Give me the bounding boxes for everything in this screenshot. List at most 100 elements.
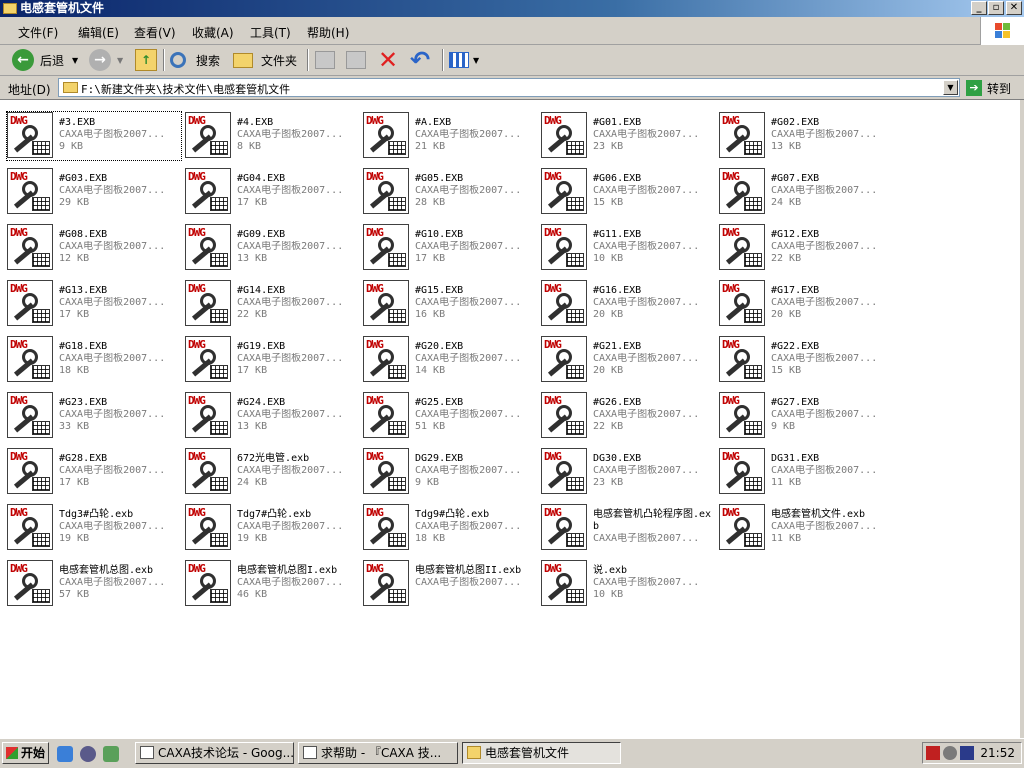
file-item[interactable]: DWG #G19.EXB CAXA电子图板2007... 17 KB xyxy=(184,335,360,385)
grid-icon xyxy=(744,421,762,435)
file-item[interactable]: DWG 电感套管机总图II.exb CAXA电子图板2007... xyxy=(362,559,538,609)
grid-icon xyxy=(744,197,762,211)
file-item[interactable]: DWG #G16.EXB CAXA电子图板2007... 20 KB xyxy=(540,279,716,329)
file-item[interactable]: DWG #G11.EXB CAXA电子图板2007... 10 KB xyxy=(540,223,716,273)
task-explorer-folder[interactable]: 电感套管机文件 xyxy=(462,742,621,764)
up-folder-button[interactable]: ↑ xyxy=(135,48,157,72)
file-text: 电感套管机总图.exb CAXA电子图板2007... 57 KB xyxy=(59,565,181,601)
file-item[interactable]: DWG #4.EXB CAXA电子图板2007... 8 KB xyxy=(184,111,360,161)
file-item[interactable]: DWG #G20.EXB CAXA电子图板2007... 14 KB xyxy=(362,335,538,385)
media-player-icon[interactable] xyxy=(80,746,96,762)
address-dropdown-icon[interactable]: ▼ xyxy=(943,80,958,95)
file-item[interactable]: DWG #G13.EXB CAXA电子图板2007... 17 KB xyxy=(6,279,182,329)
file-item[interactable]: DWG DG30.EXB CAXA电子图板2007... 23 KB xyxy=(540,447,716,497)
start-button[interactable]: 开始 xyxy=(2,742,49,764)
file-name: DG29.EXB xyxy=(415,453,464,464)
file-size: 10 KB xyxy=(593,589,624,600)
file-item[interactable]: DWG #G23.EXB CAXA电子图板2007... 33 KB xyxy=(6,391,182,441)
tray-app-icon[interactable] xyxy=(960,746,974,760)
dwg-logo-text-icon: DWG xyxy=(188,170,206,183)
file-item[interactable]: DWG #G10.EXB CAXA电子图板2007... 17 KB xyxy=(362,223,538,273)
task-help-request[interactable]: 求帮助 - 『CAXA 技... xyxy=(298,742,458,764)
task-caxa-forum[interactable]: CAXA技术论坛 - Goog... xyxy=(135,742,294,764)
file-item[interactable]: DWG #G18.EXB CAXA电子图板2007... 18 KB xyxy=(6,335,182,385)
back-button[interactable]: ← 后退 ▼ xyxy=(12,48,78,72)
menu-help[interactable]: 帮助(H) xyxy=(307,24,349,41)
file-item[interactable]: DWG #G02.EXB CAXA电子图板2007... 13 KB xyxy=(718,111,894,161)
ie-icon[interactable] xyxy=(57,746,73,762)
file-item[interactable]: DWG Tdg7#凸轮.exb CAXA电子图板2007... 19 KB xyxy=(184,503,360,553)
file-item[interactable]: DWG #G17.EXB CAXA电子图板2007... 20 KB xyxy=(718,279,894,329)
go-button[interactable]: ➔ 转到 xyxy=(966,79,1011,97)
exb-file-icon: DWG xyxy=(7,224,53,270)
grid-icon xyxy=(566,477,584,491)
folders-icon xyxy=(233,52,253,68)
menu-file[interactable]: 文件(F) xyxy=(18,24,58,41)
file-item[interactable]: DWG #G03.EXB CAXA电子图板2007... 29 KB xyxy=(6,167,182,217)
file-size: 12 KB xyxy=(59,253,90,264)
address-input[interactable]: F:\新建文件夹\技术文件\电感套管机文件 ▼ xyxy=(58,78,960,97)
menu-favorites[interactable]: 收藏(A) xyxy=(192,24,234,41)
file-item[interactable]: DWG #G28.EXB CAXA电子图板2007... 17 KB xyxy=(6,447,182,497)
views-button[interactable]: ▼ xyxy=(449,48,479,72)
file-list-view[interactable]: DWG #3.EXB CAXA电子图板2007... 9 KB DWG #4.EXB CAX… xyxy=(0,100,1024,738)
file-item[interactable]: DWG #G05.EXB CAXA电子图板2007... 28 KB xyxy=(362,167,538,217)
file-item[interactable]: DWG #G01.EXB CAXA电子图板2007... 23 KB xyxy=(540,111,716,161)
file-item[interactable]: DWG Tdg9#凸轮.exb CAXA电子图板2007... 18 KB xyxy=(362,503,538,553)
file-item[interactable]: DWG #G06.EXB CAXA电子图板2007... 15 KB xyxy=(540,167,716,217)
back-dropdown-icon[interactable]: ▼ xyxy=(72,56,78,65)
file-item[interactable]: DWG 电感套管机总图I.exb CAXA电子图板2007... 46 KB xyxy=(184,559,360,609)
file-item[interactable]: DWG #G09.EXB CAXA电子图板2007... 13 KB xyxy=(184,223,360,273)
move-to-button[interactable] xyxy=(315,48,335,72)
search-button[interactable]: 搜索 xyxy=(170,48,220,72)
messenger-icon[interactable] xyxy=(103,746,119,762)
exb-file-icon: DWG xyxy=(719,280,765,326)
close-button[interactable]: ✕ xyxy=(1006,1,1022,15)
dwg-logo-text-icon: DWG xyxy=(366,114,384,127)
file-item[interactable]: DWG DG29.EXB CAXA电子图板2007... 9 KB xyxy=(362,447,538,497)
file-type: CAXA电子图板2007... xyxy=(593,577,700,588)
file-item[interactable]: DWG 电感套管机总图.exb CAXA电子图板2007... 57 KB xyxy=(6,559,182,609)
dwg-logo-text-icon: DWG xyxy=(366,338,384,351)
folders-button[interactable]: 文件夹 xyxy=(233,48,297,72)
minimize-button[interactable]: _ xyxy=(971,1,987,15)
file-item[interactable]: DWG #G12.EXB CAXA电子图板2007... 22 KB xyxy=(718,223,894,273)
delete-button[interactable]: ✕ xyxy=(378,48,398,72)
forward-dropdown-icon[interactable]: ▼ xyxy=(117,56,123,65)
file-item[interactable]: DWG #G15.EXB CAXA电子图板2007... 16 KB xyxy=(362,279,538,329)
file-item[interactable]: DWG DG31.EXB CAXA电子图板2007... 11 KB xyxy=(718,447,894,497)
file-item[interactable]: DWG #A.EXB CAXA电子图板2007... 21 KB xyxy=(362,111,538,161)
file-item[interactable]: DWG #G07.EXB CAXA电子图板2007... 24 KB xyxy=(718,167,894,217)
forward-button[interactable]: → ▼ xyxy=(89,48,123,72)
file-size: 15 KB xyxy=(593,197,624,208)
file-item[interactable]: DWG 说.exb CAXA电子图板2007... 10 KB xyxy=(540,559,716,609)
maximize-button[interactable]: ▫ xyxy=(988,1,1004,15)
file-item[interactable]: DWG #G22.EXB CAXA电子图板2007... 15 KB xyxy=(718,335,894,385)
file-item[interactable]: DWG #G08.EXB CAXA电子图板2007... 12 KB xyxy=(6,223,182,273)
file-item[interactable]: DWG #G04.EXB CAXA电子图板2007... 17 KB xyxy=(184,167,360,217)
file-item[interactable]: DWG Tdg3#凸轮.exb CAXA电子图板2007... 19 KB xyxy=(6,503,182,553)
file-item[interactable]: DWG #G26.EXB CAXA电子图板2007... 22 KB xyxy=(540,391,716,441)
file-item[interactable]: DWG #G25.EXB CAXA电子图板2007... 51 KB xyxy=(362,391,538,441)
file-item[interactable]: DWG #G24.EXB CAXA电子图板2007... 13 KB xyxy=(184,391,360,441)
file-name: #G15.EXB xyxy=(415,285,464,296)
file-type: CAXA电子图板2007... xyxy=(59,353,166,364)
copy-to-button[interactable] xyxy=(346,48,366,72)
undo-button[interactable]: ↶ xyxy=(410,48,430,72)
tray-app-icon[interactable] xyxy=(943,746,957,760)
file-name: #G10.EXB xyxy=(415,229,464,240)
file-item[interactable]: DWG 电感套管机文件.exb CAXA电子图板2007... 11 KB xyxy=(718,503,894,553)
clock: 21:52 xyxy=(980,746,1015,760)
toolbar-separator xyxy=(442,49,444,71)
kaspersky-icon[interactable] xyxy=(926,746,940,760)
file-item[interactable]: DWG 电感套管机凸轮程序图.exb CAXA电子图板2007... xyxy=(540,503,716,553)
file-item[interactable]: DWG #3.EXB CAXA电子图板2007... 9 KB xyxy=(6,111,182,161)
file-item[interactable]: DWG #G21.EXB CAXA电子图板2007... 20 KB xyxy=(540,335,716,385)
exb-file-icon: DWG xyxy=(363,392,409,438)
menu-edit[interactable]: 编辑(E) xyxy=(78,24,119,41)
file-item[interactable]: DWG 672光电管.exb CAXA电子图板2007... 24 KB xyxy=(184,447,360,497)
file-item[interactable]: DWG #G14.EXB CAXA电子图板2007... 22 KB xyxy=(184,279,360,329)
menu-view[interactable]: 查看(V) xyxy=(134,24,176,41)
menu-tools[interactable]: 工具(T) xyxy=(250,24,291,41)
file-item[interactable]: DWG #G27.EXB CAXA电子图板2007... 9 KB xyxy=(718,391,894,441)
